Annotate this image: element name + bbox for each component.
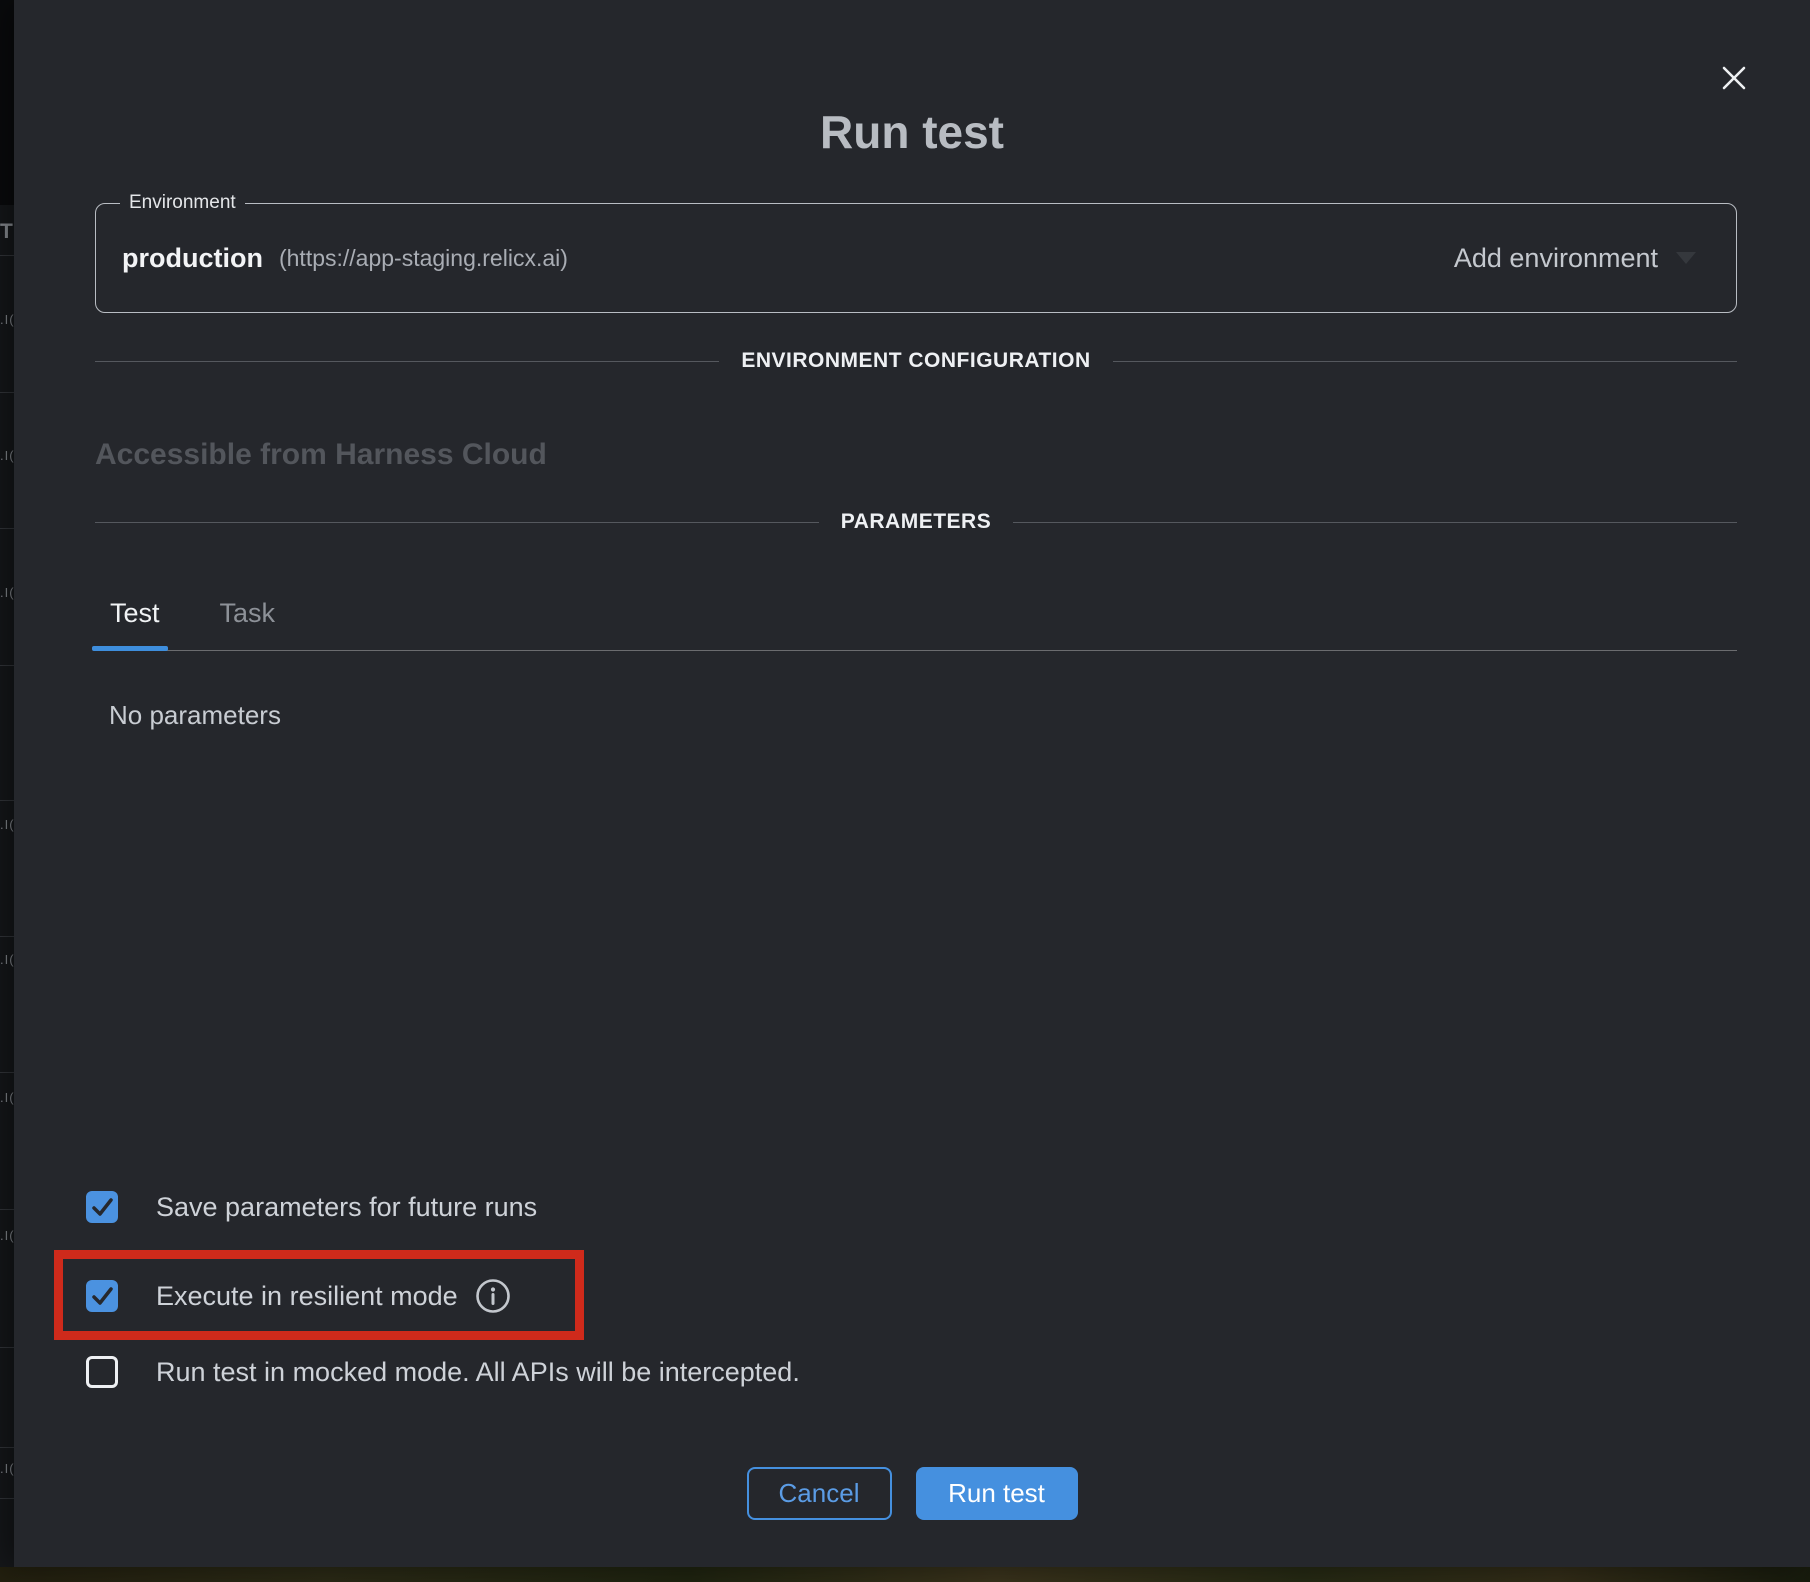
add-environment-dropdown[interactable]: Add environment [1454, 243, 1696, 274]
background-text-fragment: .I( [0, 1228, 14, 1243]
background-app-header [0, 0, 14, 205]
background-row-divider [0, 800, 14, 801]
run-test-dialog: Run test Environment production (https:/… [14, 0, 1810, 1567]
tab-task[interactable]: Task [220, 598, 276, 629]
background-row-divider [0, 1072, 14, 1073]
background-text-fragment: .I( [0, 817, 14, 832]
run-test-button[interactable]: Run test [916, 1467, 1078, 1520]
dialog-footer: Cancel Run test [14, 1467, 1810, 1520]
background-row-divider [0, 1447, 14, 1448]
background-row-divider [0, 665, 14, 666]
mocked-mode-checkbox[interactable] [86, 1356, 118, 1388]
background-text-fragment: .I( [0, 312, 14, 327]
background-row-divider [0, 1209, 14, 1210]
option-resilient-mode: Execute in resilient mode [86, 1278, 512, 1314]
parameters-header: PARAMETERS [841, 510, 991, 534]
environment-field: Environment production (https://app-stag… [95, 203, 1737, 313]
background-text-fragment: T [0, 220, 14, 244]
selected-environment-name: production [122, 243, 263, 274]
resilient-mode-label: Execute in resilient mode [156, 1281, 458, 1312]
background-text-fragment: .I( [0, 952, 14, 967]
chevron-down-icon [1676, 252, 1696, 264]
mocked-mode-label: Run test in mocked mode. All APIs will b… [156, 1357, 800, 1388]
selected-environment-url: (https://app-staging.relicx.ai) [279, 245, 568, 272]
dialog-title: Run test [14, 105, 1810, 159]
cancel-button[interactable]: Cancel [747, 1467, 892, 1520]
environment-configuration-header: ENVIRONMENT CONFIGURATION [741, 349, 1090, 373]
no-parameters-text: No parameters [109, 700, 281, 731]
option-mocked-mode: Run test in mocked mode. All APIs will b… [86, 1354, 800, 1390]
environment-configuration-divider: ENVIRONMENT CONFIGURATION [95, 348, 1737, 374]
background-row-divider [0, 528, 14, 529]
add-environment-label: Add environment [1454, 243, 1658, 274]
background-text-fragment: .I( [0, 1090, 14, 1105]
background-app-sliver: T .I( .I( .I( .I( .I( .I( .I( .I( [0, 0, 14, 1567]
background-photo-strip [0, 1567, 1810, 1582]
background-text-fragment: .I( [0, 585, 14, 600]
parameters-tabs: Test Task [95, 598, 1737, 651]
background-text-fragment: .I( [0, 448, 14, 463]
close-icon[interactable] [1716, 60, 1752, 96]
info-icon[interactable] [474, 1277, 512, 1315]
background-text-fragment: .I( [0, 1461, 14, 1476]
background-row-divider [0, 392, 14, 393]
save-parameters-label: Save parameters for future runs [156, 1192, 537, 1223]
resilient-mode-checkbox[interactable] [86, 1280, 118, 1312]
parameters-divider: PARAMETERS [95, 509, 1737, 535]
save-parameters-checkbox[interactable] [86, 1191, 118, 1223]
background-row-divider [0, 1498, 14, 1499]
background-row-divider [0, 255, 14, 256]
option-save-parameters: Save parameters for future runs [86, 1189, 537, 1225]
background-row-divider [0, 936, 14, 937]
environment-access-note: Accessible from Harness Cloud [95, 438, 547, 472]
active-tab-underline [92, 646, 168, 651]
background-row-divider [0, 1347, 14, 1348]
tab-test[interactable]: Test [110, 598, 160, 629]
